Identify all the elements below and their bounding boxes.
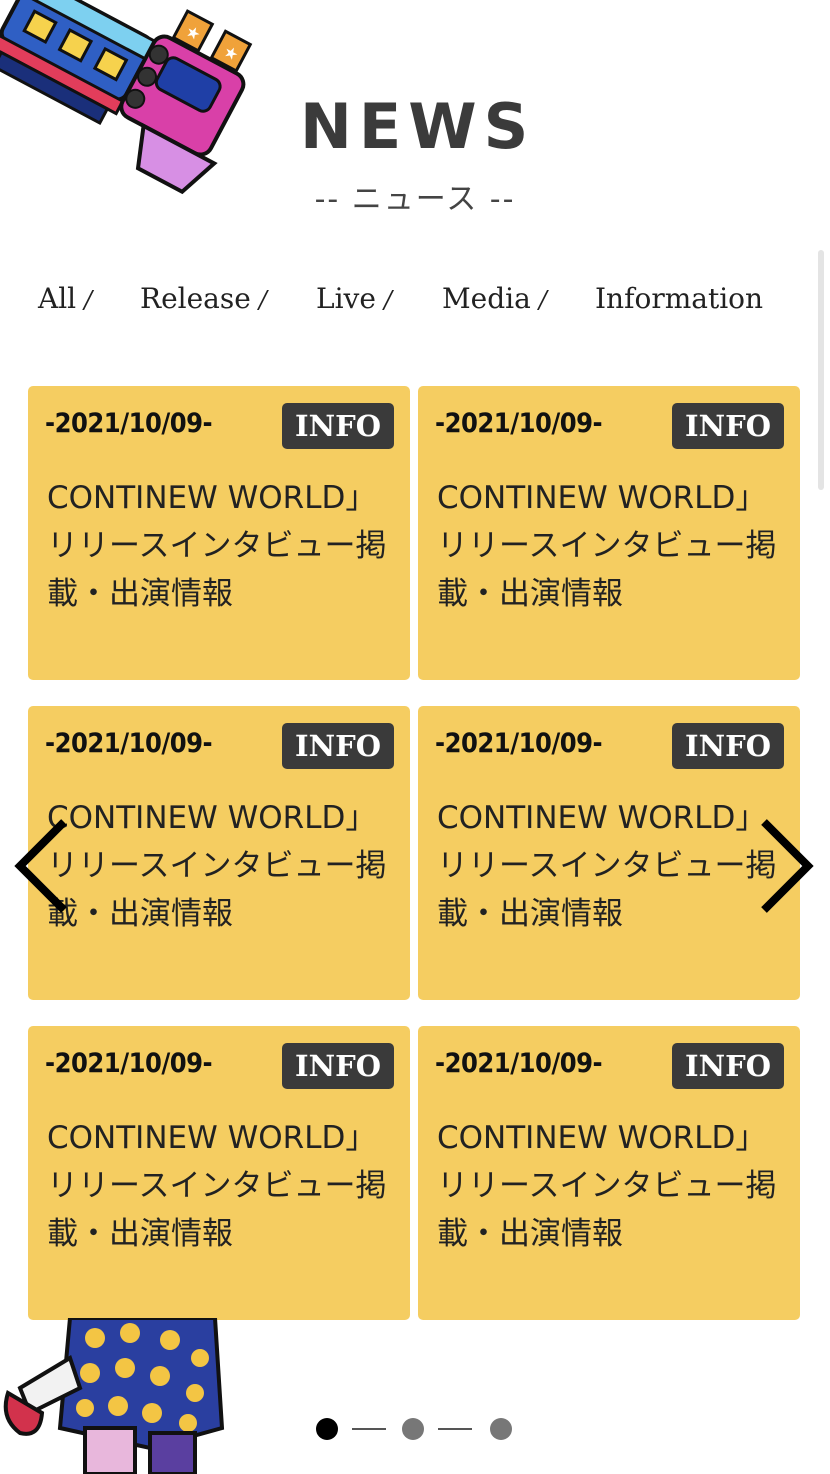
news-headline: CONTINEW WORLD」リリースインタビュー掲載・出演情報	[47, 800, 387, 932]
chevron-left-icon[interactable]	[10, 818, 70, 914]
tab-all[interactable]: All /	[38, 282, 92, 315]
news-card[interactable]: -2021/10/09- INFO CONTINEW WORLD」リリースインタ…	[418, 1026, 800, 1320]
news-headline: CONTINEW WORLD」リリースインタビュー掲載・出演情報	[47, 1120, 387, 1252]
tab-label: Live	[316, 282, 376, 315]
tab-separator: /	[258, 286, 267, 314]
tab-label: Media	[442, 282, 531, 315]
dancer-illustration	[3, 1318, 225, 1474]
news-date: -2021/10/09-	[435, 1048, 603, 1079]
news-card[interactable]: -2021/10/09- INFO CONTINEW WORLD」リリースインタ…	[418, 706, 800, 1000]
news-headline: CONTINEW WORLD」リリースインタビュー掲載・出演情報	[47, 480, 387, 612]
news-date: -2021/10/09-	[45, 408, 213, 439]
page-subtitle: -- ニュース --	[314, 182, 516, 217]
news-headline: CONTINEW WORLD」リリースインタビュー掲載・出演情報	[437, 480, 777, 612]
news-date: -2021/10/09-	[45, 728, 213, 759]
news-card[interactable]: -2021/10/09- INFO CONTINEW WORLD」リリースインタ…	[418, 386, 800, 680]
category-badge: INFO	[672, 1043, 784, 1089]
tab-release[interactable]: Release /	[140, 282, 267, 315]
tab-information[interactable]: Information	[595, 282, 763, 315]
news-card[interactable]: -2021/10/09- INFO CONTINEW WORLD」リリースインタ…	[28, 706, 410, 1000]
page-dot-3[interactable]	[490, 1418, 512, 1440]
pagination	[0, 1412, 830, 1446]
page-dot-1[interactable]	[316, 1418, 338, 1440]
train-illustration: ★ ★	[0, 0, 253, 195]
chevron-right-icon[interactable]	[758, 818, 818, 914]
category-badge: INFO	[282, 403, 394, 449]
news-card[interactable]: -2021/10/09- INFO CONTINEW WORLD」リリースインタ…	[28, 386, 410, 680]
category-badge: INFO	[672, 723, 784, 769]
news-card[interactable]: -2021/10/09- INFO CONTINEW WORLD」リリースインタ…	[28, 1026, 410, 1320]
tab-separator: /	[538, 286, 547, 314]
tab-media[interactable]: Media /	[442, 282, 547, 315]
category-badge: INFO	[282, 723, 394, 769]
category-filter: All / Release / Live / Media / Information	[0, 282, 830, 332]
news-date: -2021/10/09-	[435, 408, 603, 439]
tab-label: All	[38, 282, 77, 315]
category-badge: INFO	[672, 403, 784, 449]
news-headline: CONTINEW WORLD」リリースインタビュー掲載・出演情報	[437, 800, 777, 932]
news-date: -2021/10/09-	[45, 1048, 213, 1079]
pagination-divider	[352, 1428, 386, 1430]
page-title: NEWS	[300, 90, 536, 163]
tab-separator: /	[383, 286, 393, 314]
news-date: -2021/10/09-	[435, 728, 603, 759]
tab-label: Information	[595, 282, 764, 315]
tab-separator: /	[84, 286, 93, 314]
category-badge: INFO	[282, 1043, 394, 1089]
tab-label: Release	[140, 282, 251, 315]
tab-live[interactable]: Live /	[316, 282, 392, 315]
pagination-divider	[438, 1428, 472, 1430]
scrollbar[interactable]	[818, 250, 824, 490]
news-headline: CONTINEW WORLD」リリースインタビュー掲載・出演情報	[437, 1120, 777, 1252]
page-dot-2[interactable]	[402, 1418, 424, 1440]
